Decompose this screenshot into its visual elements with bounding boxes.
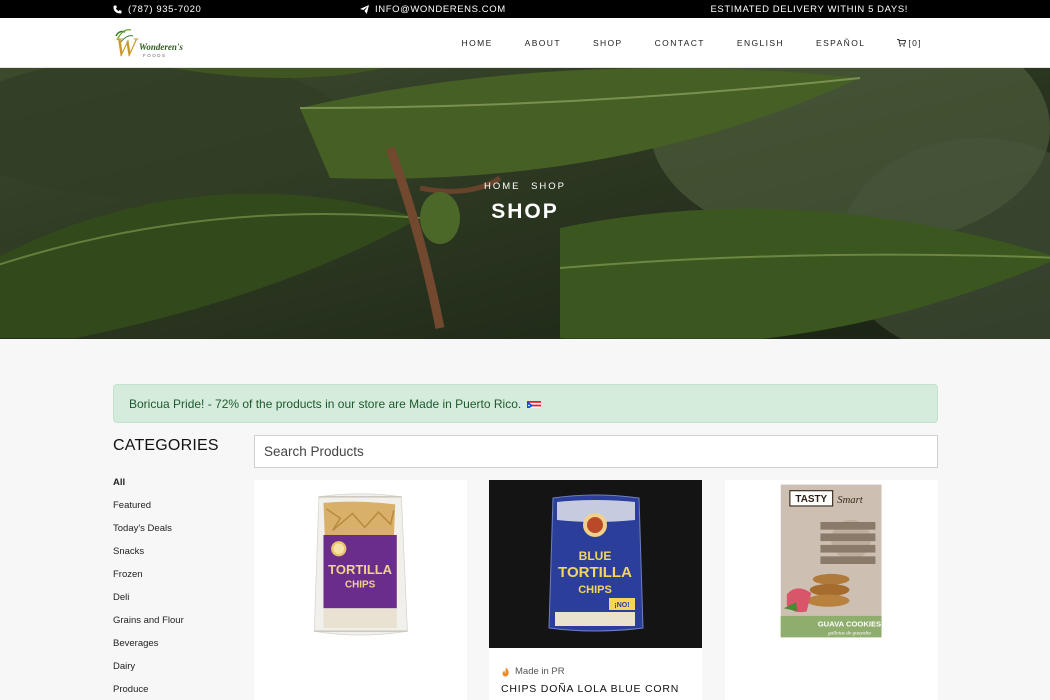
package-title-line1: BLUE [579,549,612,563]
package-badge: ¡NO! [614,602,629,609]
package-title-line1: TORTILLA [328,562,393,577]
paper-plane-icon [360,5,369,14]
product-name[interactable]: CHIPS DOÑA LOLA BLUE CORN [501,683,679,695]
nav-contact[interactable]: CONTACT [639,38,721,48]
alert-message: Boricua Pride! - 72% of the products in … [129,396,522,411]
category-deli[interactable]: Deli [113,592,184,615]
cart-icon [897,39,907,47]
search-input[interactable] [254,435,938,468]
phone-icon [113,5,122,14]
flame-icon [502,667,509,676]
nav-about[interactable]: ABOUT [509,38,577,48]
primary-nav: HOME ABOUT SHOP CONTACT ENGLISH ESPAÑOL … [446,38,922,48]
category-beverages[interactable]: Beverages [113,638,184,661]
package-title-line2: TORTILLA [558,564,632,581]
delivery-text: ESTIMATED DELIVERY WITHIN 5 DAYS! [710,4,908,15]
logo-subtext: FOODS [143,53,167,58]
phone-number: (787) 935-7020 [128,4,202,15]
category-featured[interactable]: Featured [113,500,184,523]
hero-banner: HOME SHOP SHOP [0,68,1050,339]
package-brand2: Smart [837,494,864,506]
package-title-line2: CHIPS [345,580,376,591]
nav-shop[interactable]: SHOP [577,38,639,48]
email-address: INFO@WONDERENS.COM [375,4,506,15]
phone-contact[interactable]: (787) 935-7020 [113,4,201,15]
category-grains-and-flour[interactable]: Grains and Flour [113,615,184,638]
category-all[interactable]: All [113,477,184,500]
logo-text: Wonderen's [139,42,183,52]
package-brand: TASTY [795,494,827,505]
page-title: SHOP [491,200,559,223]
product-card[interactable]: TORTILLA CHIPS [254,480,467,700]
package-subtitle: galletas de guayaba [828,630,871,636]
nav-english[interactable]: ENGLISH [721,38,800,48]
puerto-rico-flag-icon [527,399,542,408]
brand-logo[interactable]: W Wonderen's FOODS [113,26,183,62]
nav-espanol[interactable]: ESPAÑOL [800,38,881,48]
nav-home[interactable]: HOME [446,38,509,48]
breadcrumb-home[interactable]: HOME [484,181,521,192]
package-name: GUAVA COOKIES [818,620,881,629]
cart-count: [0] [908,38,922,48]
category-dairy[interactable]: Dairy [113,661,184,684]
product-image[interactable]: TASTY Smart GUAVA COOKIES galletas de gu… [725,480,938,648]
product-origin: Made in PR [501,666,565,677]
package-title-line3: CHIPS [578,584,612,596]
product-image[interactable]: BLUE TORTILLA CHIPS ¡NO! [489,480,702,648]
made-in-pr-alert: Boricua Pride! - 72% of the products in … [113,384,938,423]
product-card[interactable]: TASTY Smart GUAVA COOKIES galletas de gu… [725,480,938,700]
product-image[interactable]: TORTILLA CHIPS [254,480,467,648]
top-info-bar: (787) 935-7020 INFO@WONDERENS.COM ESTIMA… [0,0,1050,18]
breadcrumb: HOME SHOP [0,181,1050,192]
logo-letter: W [115,33,139,60]
category-todays-deals[interactable]: Today's Deals [113,523,184,546]
main-navbar: W Wonderen's FOODS HOME ABOUT SHOP CONTA… [0,18,1050,68]
breadcrumb-shop[interactable]: SHOP [531,181,566,192]
category-frozen[interactable]: Frozen [113,569,184,592]
email-contact[interactable]: INFO@WONDERENS.COM [360,4,506,15]
category-produce[interactable]: Produce [113,684,184,700]
origin-text: Made in PR [515,666,565,677]
delivery-notice: ESTIMATED DELIVERY WITHIN 5 DAYS! [710,4,908,15]
product-card[interactable]: BLUE TORTILLA CHIPS ¡NO! Made in PR CHIP… [489,480,702,700]
categories-list: All Featured Today's Deals Snacks Frozen… [113,477,184,700]
logo-mark-icon: W Wonderen's FOODS [115,29,183,62]
categories-heading: CATEGORIES [113,437,219,454]
category-snacks[interactable]: Snacks [113,546,184,569]
cart-button[interactable]: [0] [881,38,922,48]
